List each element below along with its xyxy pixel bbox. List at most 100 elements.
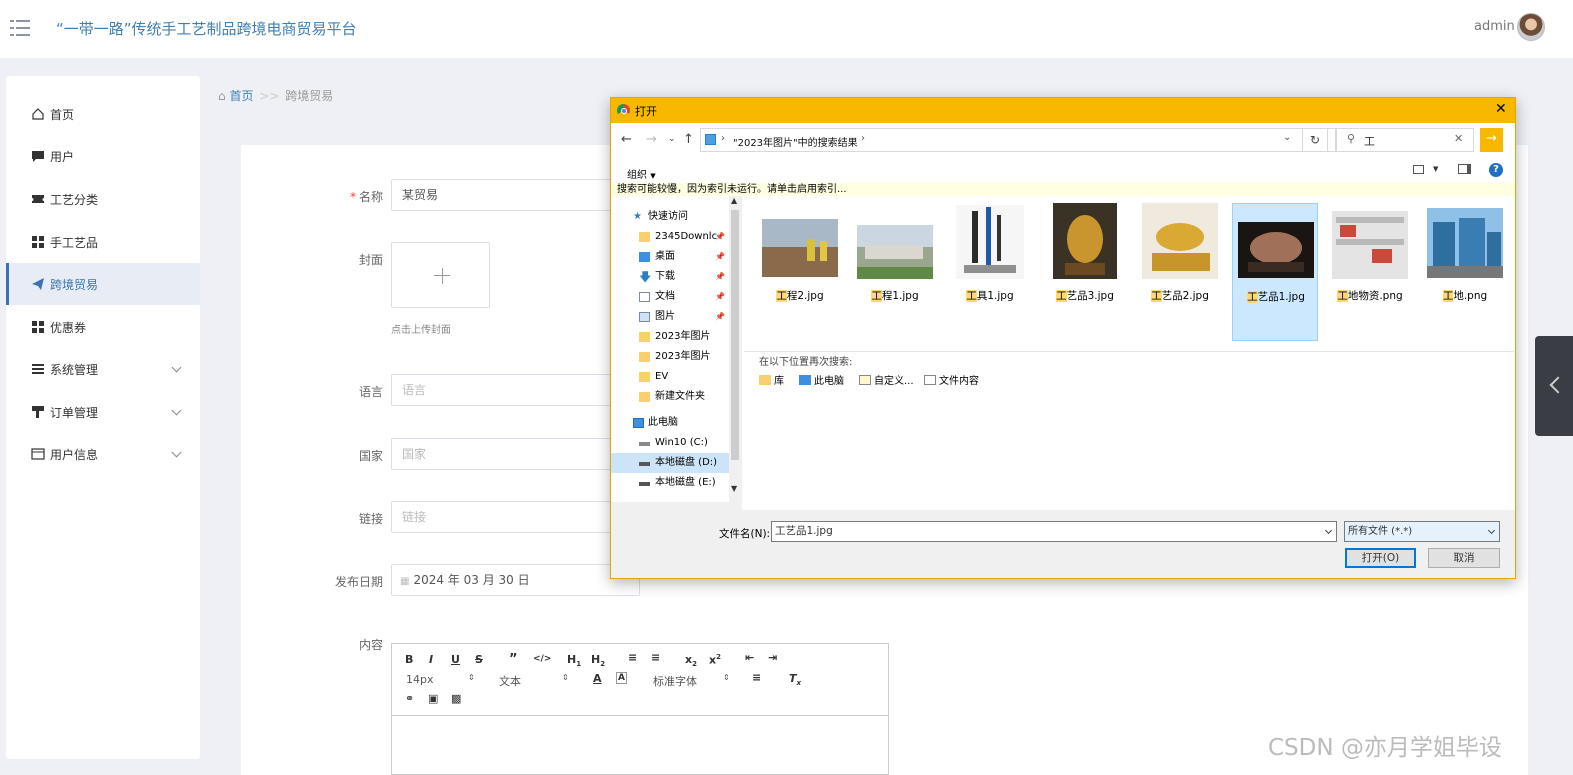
indent-icon[interactable]: ⇥ [768,651,777,664]
recent-locations-icon[interactable]: ⌄ [668,134,676,144]
cover-upload[interactable] [391,242,490,308]
align-icon[interactable]: ≡ [752,671,761,684]
search-input[interactable]: ⚲ 工 ✕ [1336,128,1474,152]
italic-icon[interactable]: I [429,653,433,666]
grid-icon [31,320,45,334]
file-item[interactable]: 工地物资.png [1327,203,1413,341]
file-item[interactable]: 工地.png [1422,203,1508,341]
scrollbar-thumb[interactable] [731,210,739,460]
code-block-icon[interactable]: </> [533,654,551,664]
tree-scrollbar[interactable]: ▲ ▼ [729,196,741,502]
tree-item-drive-c[interactable]: Win10 (C:) [611,433,729,453]
address-bar[interactable]: › "2023年图片"中的搜索结果 › ⌄ [700,128,1336,152]
search-location-library[interactable]: 库 [759,372,784,387]
forward-icon[interactable]: → [646,132,657,147]
sidebar-item-users[interactable]: 用户 [6,135,200,177]
font-size-select[interactable]: 14px [406,673,434,686]
tree-item-new-folder[interactable]: 新建文件夹 [611,387,729,407]
link-icon[interactable]: ⚭ [405,692,414,705]
avatar[interactable] [1517,13,1545,41]
sidebar-item-handicrafts[interactable]: 手工艺品 [6,221,200,263]
sidebar-item-user-info[interactable]: 用户信息 [6,433,200,475]
tree-item-quick-access[interactable]: ★ 快速访问 [611,207,729,227]
chevron-down-icon[interactable]: ⌄ [1283,132,1291,143]
heading1-icon[interactable]: H1 [567,653,581,668]
bullet-list-icon[interactable]: ≡ [651,651,660,664]
sidebar-item-coupons[interactable]: 优惠券 [6,306,200,348]
clear-format-icon[interactable]: Tx [789,672,801,687]
preview-pane-icon[interactable] [1458,164,1471,174]
tree-item-downloads[interactable]: 🡇 下载 📌 [611,267,729,287]
country-input[interactable]: 国家 [391,438,621,470]
filename-input[interactable]: 工艺品1.jpg [771,521,1337,542]
tree-item-desktop[interactable]: 桌面 📌 [611,247,729,267]
search-location-file-contents[interactable]: 文件内容 [924,372,979,387]
underline-icon[interactable]: U [451,653,460,666]
scroll-down-icon[interactable]: ▼ [731,484,737,493]
index-info-bar[interactable]: 搜索可能较慢，因为索引未运行。请单击启用索引... [611,183,1515,196]
tree-item-2345downloads[interactable]: 2345Downlc 📌 [611,227,729,247]
ordered-list-icon[interactable]: ≡ [628,651,637,664]
heading2-icon[interactable]: H2 [591,653,605,668]
tree-item-drive-d[interactable]: 本地磁盘 (D:) [611,453,729,473]
tree-item-pictures[interactable]: 图片 📌 [611,307,729,327]
subscript-icon[interactable]: x2 [685,653,697,668]
font-color-icon[interactable]: A [593,672,602,685]
tree-item-this-pc[interactable]: 此电脑 [611,413,729,433]
search-location-custom[interactable]: 自定义... [859,372,914,387]
background-color-icon[interactable]: A [616,672,627,684]
view-options-icon[interactable] [1413,165,1424,174]
tree-item-drive-e[interactable]: 本地磁盘 (E:) [611,473,729,493]
sidebar-item-system-management[interactable]: 系统管理 [6,348,200,390]
file-item[interactable]: 工艺品3.jpg [1042,203,1128,341]
cover-upload-hint: 点击上传封面 [391,325,451,336]
clear-search-icon[interactable]: ✕ [1454,132,1463,145]
video-icon[interactable]: ▩ [451,692,461,705]
sidebar-item-home[interactable]: 首页 [6,93,200,135]
language-input[interactable]: 语言 [391,374,621,406]
menu-toggle-icon[interactable] [10,18,30,38]
open-button[interactable]: 打开(O) [1345,548,1416,568]
date-picker[interactable]: ▦ 2024 年 03 月 30 日 [391,564,640,596]
file-item[interactable]: 工程2.jpg [757,203,843,341]
file-item[interactable]: 工具1.jpg [947,203,1033,341]
quote-icon[interactable]: ” [509,652,518,667]
sidebar-item-cross-border-trade[interactable]: 跨境贸易 [6,263,200,305]
file-item[interactable]: 工艺品2.jpg [1137,203,1223,341]
superscript-icon[interactable]: x2 [709,653,721,667]
text-type-select[interactable]: 文本 [499,673,521,689]
back-icon[interactable]: ← [621,132,632,147]
breadcrumb-home[interactable]: 首页 [229,89,253,103]
file-item-selected[interactable]: 工艺品1.jpg [1232,203,1318,341]
dialog-title-bar[interactable]: 打开 ✕ [611,98,1515,123]
file-item[interactable]: 工程1.jpg [852,203,938,341]
tree-item-2023-pictures[interactable]: 2023年图片 [611,327,729,347]
close-icon[interactable]: ✕ [1495,101,1507,117]
link-input[interactable]: 链接 [391,501,621,533]
search-location-this-pc[interactable]: 此电脑 [799,372,844,387]
user-name[interactable]: admin [1474,19,1515,34]
sidebar-item-label: 工艺分类 [50,192,99,207]
side-panel-toggle[interactable] [1535,336,1573,436]
font-family-select[interactable]: 标准字体 [653,673,697,689]
file-type-filter[interactable]: 所有文件 (*.*) [1344,521,1500,542]
outdent-icon[interactable]: ⇤ [745,651,754,664]
tree-item-ev[interactable]: EV [611,367,729,387]
sidebar-item-order-management[interactable]: 订单管理 [6,391,200,433]
help-icon[interactable]: ? [1489,163,1503,177]
chevron-down-icon[interactable] [1324,526,1333,535]
scroll-up-icon[interactable]: ▲ [731,196,737,205]
cancel-button[interactable]: 取消 [1428,548,1500,568]
image-icon[interactable]: ▣ [428,692,438,705]
tree-item-2023-pictures-2[interactable]: 2023年图片 [611,347,729,367]
chevron-down-icon[interactable]: ▼ [1433,165,1438,173]
organize-menu[interactable]: 组织 ▼ [627,166,656,181]
sidebar-item-craft-category[interactable]: 工艺分类 [6,178,200,220]
strikethrough-icon[interactable]: S [475,653,483,666]
search-go-button[interactable]: → [1480,128,1503,152]
up-icon[interactable]: ↑ [683,132,694,147]
refresh-button[interactable]: ↻ [1302,128,1328,152]
name-input[interactable]: 某贸易 [391,179,621,211]
bold-icon[interactable]: B [405,653,413,666]
tree-item-documents[interactable]: 文档 📌 [611,287,729,307]
